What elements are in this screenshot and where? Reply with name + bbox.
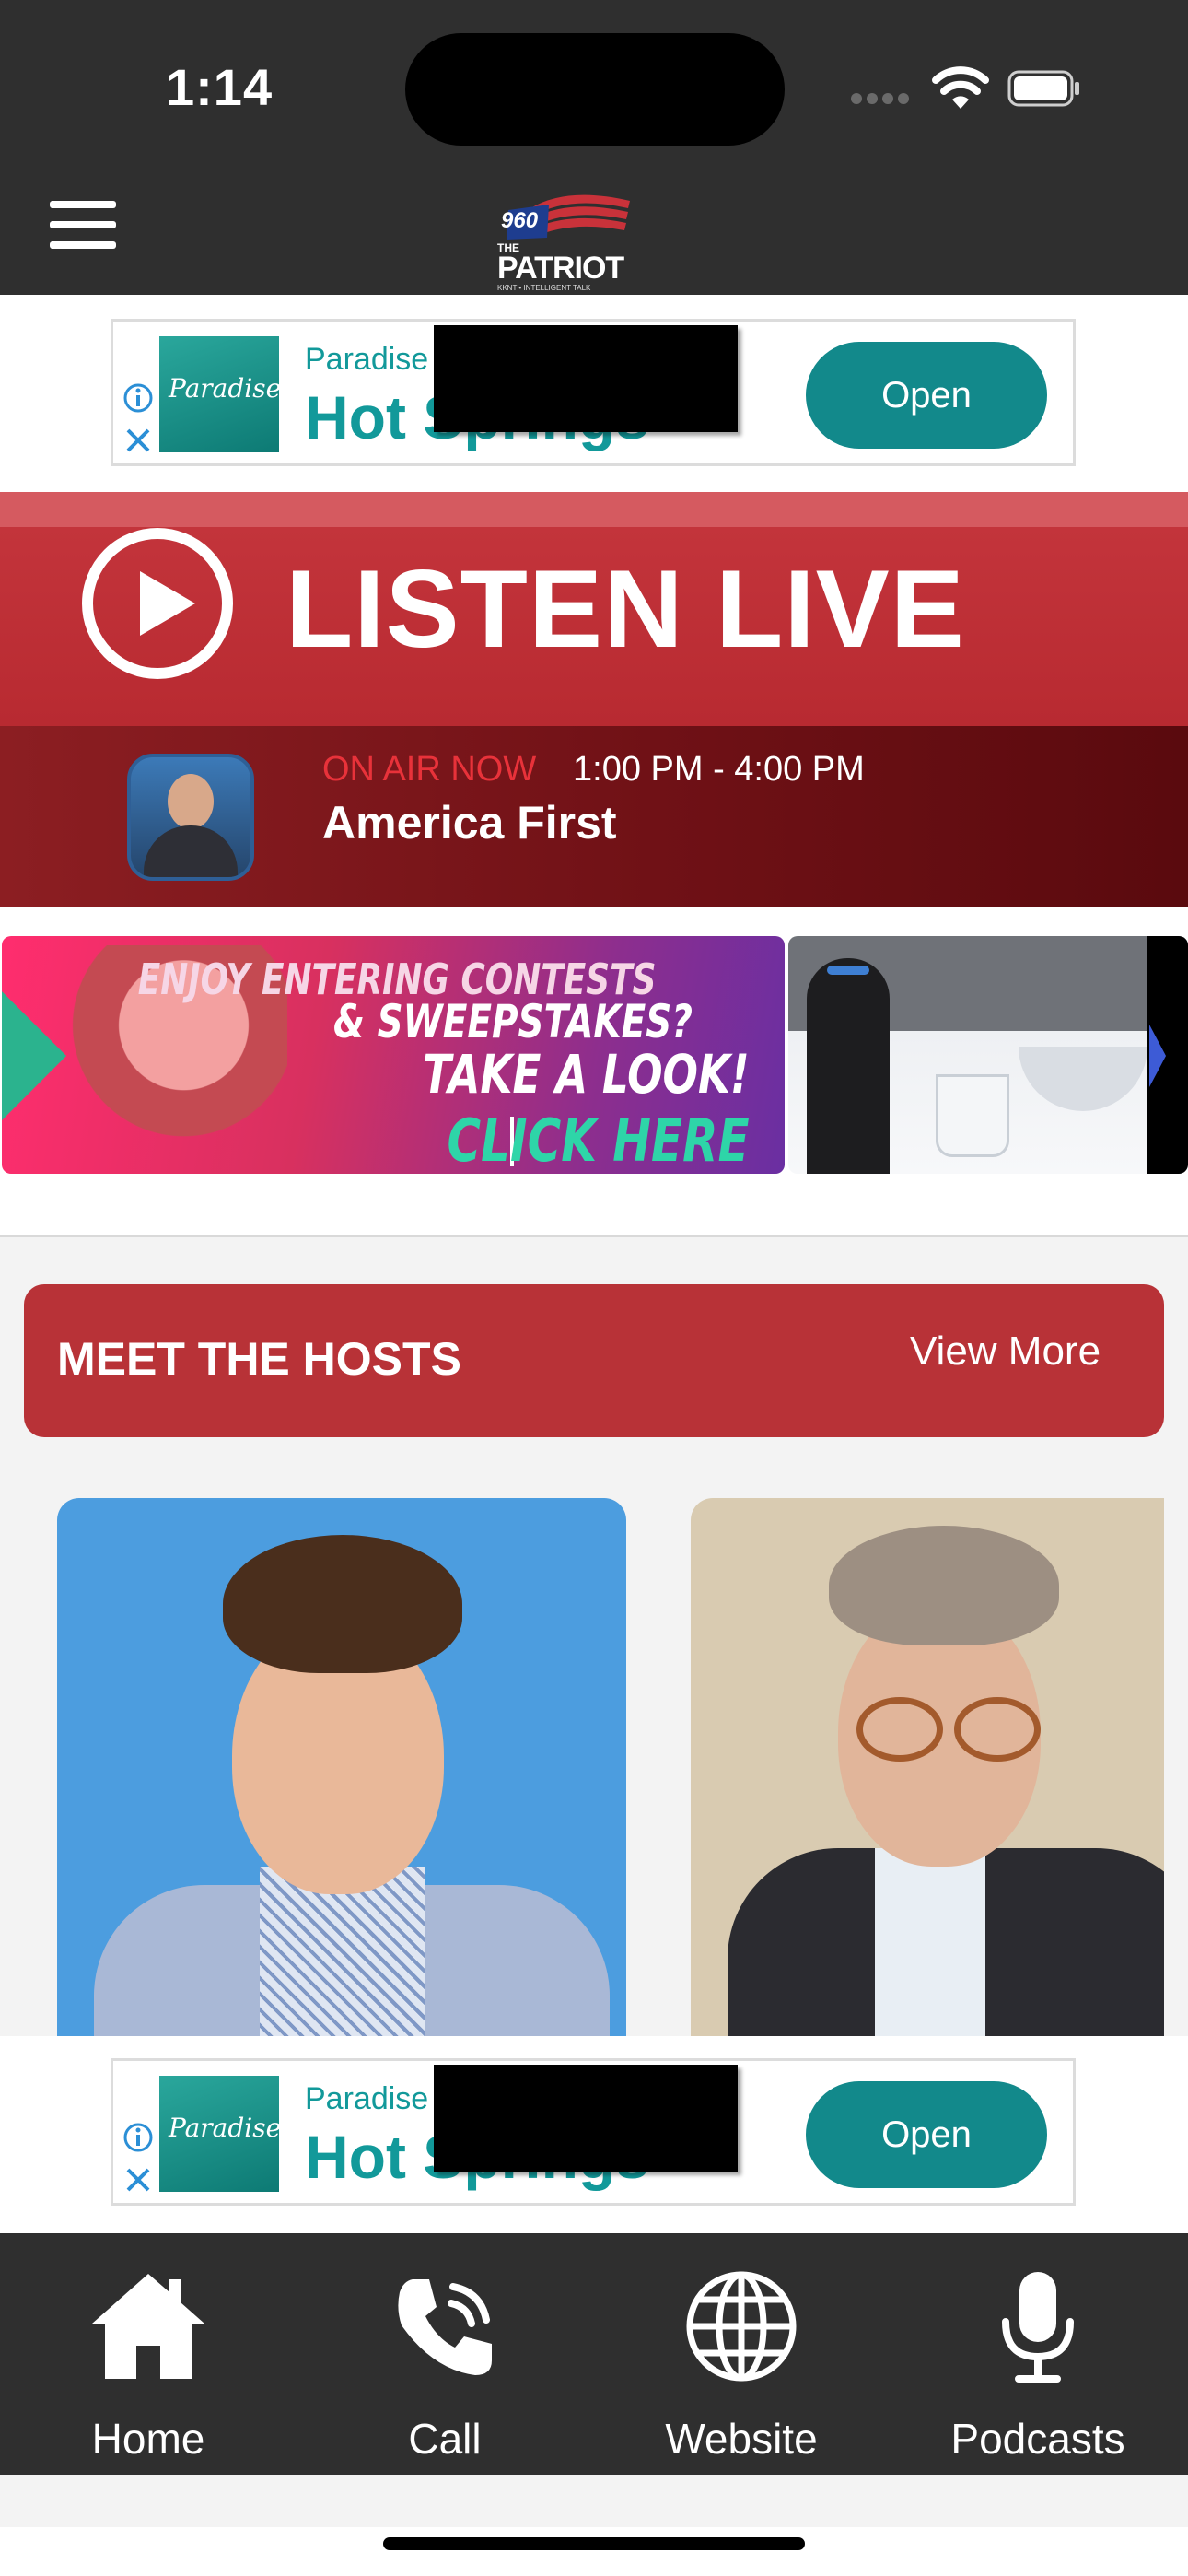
contest-promo-card[interactable]: ENJOY ENTERING CONTESTS & SWEEPSTAKES? T… [2, 936, 785, 1174]
on-air-time-range: 1:00 PM - 4:00 PM [573, 750, 865, 789]
battery-icon [1007, 70, 1079, 107]
promo-line-3: TAKE A LOOK! [423, 1043, 750, 1106]
host-card[interactable] [691, 1498, 1164, 2069]
ad-info-icon[interactable] [122, 382, 154, 414]
promo-line-2: & SWEEPSTAKES? [333, 995, 693, 1048]
home-icon [92, 2274, 204, 2379]
logo-name: PATRIOT [497, 251, 624, 286]
host-avatar [127, 754, 254, 881]
ad-info-icon[interactable] [122, 2122, 154, 2153]
smart-speaker-image [807, 958, 890, 1174]
listen-live-label[interactable]: LISTEN LIVE [285, 545, 965, 673]
promo-click-here: CLICK HERE [447, 1107, 750, 1174]
globe-icon [686, 2271, 797, 2382]
ad-banner-top[interactable]: Paradise Paradise H Hot Springs Open [111, 319, 1076, 466]
ad-logo: Paradise [159, 2076, 281, 2192]
tab-website[interactable]: Website [593, 2233, 890, 2475]
status-time: 1:14 [166, 58, 274, 116]
tab-podcasts-label: Podcasts [950, 2415, 1125, 2463]
redaction-box [434, 325, 738, 432]
tab-podcasts[interactable]: Podcasts [890, 2233, 1186, 2475]
mug-image [936, 1074, 1009, 1157]
tab-home-label: Home [91, 2415, 205, 2463]
dynamic-island [405, 33, 785, 146]
bowl-image [1019, 1047, 1147, 1111]
microphone-icon [1002, 2272, 1074, 2383]
on-air-show-name: America First [322, 797, 617, 849]
ad-logo: Paradise [159, 336, 281, 452]
station-logo: 960 THE PATRIOT KKNT • INTELLIGENT TALK [494, 181, 632, 292]
tab-call[interactable]: Call [297, 2233, 593, 2475]
phone-icon [398, 2279, 492, 2375]
tab-call-label: Call [408, 2415, 482, 2463]
cellular-signal-icon [851, 92, 915, 105]
play-icon[interactable] [81, 527, 234, 680]
glasses-icon [856, 1697, 943, 1762]
tab-website-label: Website [665, 2415, 818, 2463]
logo-number: 960 [501, 208, 539, 233]
hamburger-menu-icon[interactable] [50, 201, 116, 252]
on-air-label: ON AIR NOW [322, 750, 537, 789]
ad-banner-bottom[interactable]: Paradise Paradise H Hot Springs Open [111, 2058, 1076, 2206]
tab-home[interactable]: Home [0, 2233, 297, 2475]
host-card[interactable] [57, 1498, 626, 2069]
hosts-title: MEET THE HOSTS [57, 1333, 461, 1385]
ad-open-button[interactable]: Open [806, 2081, 1047, 2188]
smart-speaker-promo-card[interactable] [788, 936, 1188, 1174]
ad-close-icon[interactable] [122, 2164, 154, 2195]
home-indicator[interactable] [383, 2537, 805, 2550]
logo-tagline: KKNT • INTELLIGENT TALK [497, 284, 591, 292]
ad-open-button[interactable]: Open [806, 342, 1047, 449]
carousel-next-icon[interactable] [1149, 1025, 1166, 1087]
redaction-box [434, 2065, 738, 2172]
view-more-link[interactable]: View More [910, 1329, 1101, 1375]
ad-close-icon[interactable] [122, 425, 154, 456]
wifi-icon [932, 66, 989, 109]
